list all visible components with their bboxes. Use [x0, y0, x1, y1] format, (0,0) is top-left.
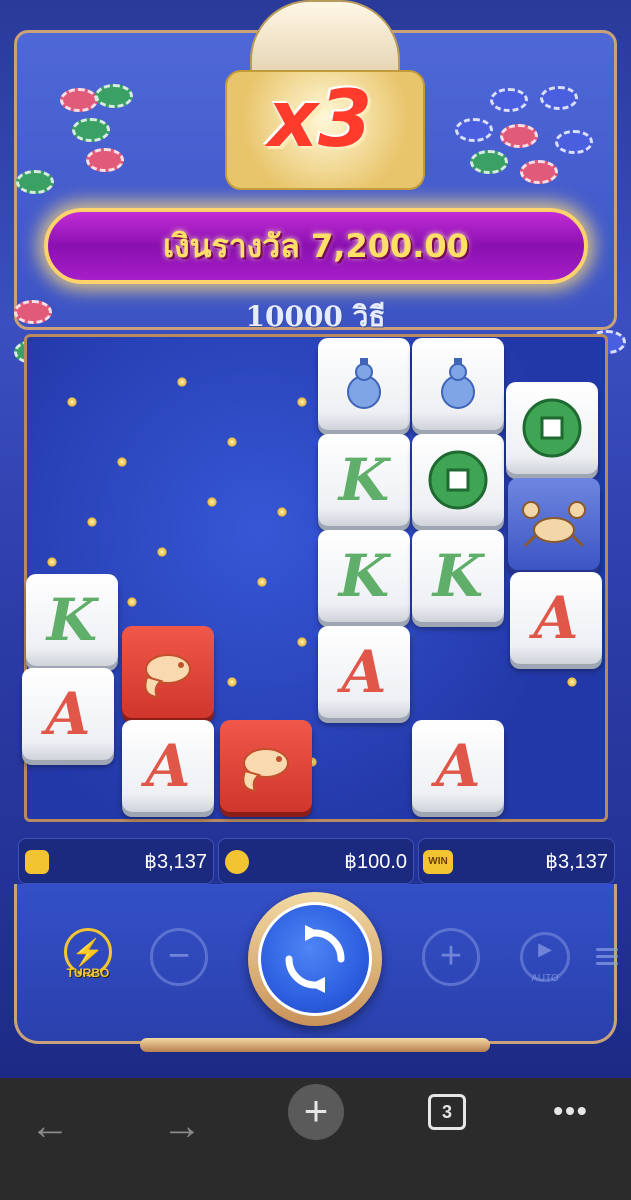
koi-fish-icon	[144, 654, 191, 699]
win-banner: เงินรางวัล 7,200.00	[44, 208, 588, 284]
win-amount: WIN ฿3,137	[418, 838, 615, 884]
win-amount-value: ฿3,137	[545, 851, 608, 873]
coin-sparkle	[117, 457, 127, 467]
chip-icon	[95, 84, 133, 108]
symbol-a-label: A	[145, 732, 191, 800]
play-icon: ▶	[538, 939, 552, 959]
win-amount-label: เงินรางวัล 7,200.00	[163, 226, 469, 265]
gourd-icon	[347, 358, 381, 409]
symbol-tile-a: A	[22, 668, 114, 760]
symbol-a-label: A	[435, 732, 481, 800]
symbol-tile-k: K	[26, 574, 118, 666]
spin-button[interactable]	[258, 902, 372, 1016]
chip-icon	[500, 124, 538, 148]
coin-sparkle	[297, 397, 307, 407]
balance-bar: ฿3,137 ฿100.0 WIN ฿3,137	[18, 838, 615, 884]
symbol-a-label: A	[341, 638, 387, 706]
decrease-bet-button[interactable]: −	[150, 928, 208, 986]
game-area: x3 เงินรางวัล 7,200.00 10000 วิธี K A A …	[0, 0, 631, 1078]
symbol-k-label: K	[338, 542, 390, 610]
more-options-icon[interactable]: •••	[546, 1096, 596, 1126]
gourd-icon	[412, 338, 504, 430]
base-rail	[140, 1038, 490, 1052]
coin-sparkle	[227, 437, 237, 447]
browser-toolbar: ← → + 3 •••	[0, 1078, 631, 1200]
back-arrow-icon[interactable]: ←	[20, 1096, 80, 1156]
symbol-tile-a: A	[122, 720, 214, 812]
autoplay-label: AUTO	[531, 973, 559, 984]
coin-sparkle	[47, 557, 57, 567]
chip-icon	[490, 88, 528, 112]
coin-icon	[506, 382, 598, 474]
coin-sparkle	[177, 377, 187, 387]
coin-sparkle	[227, 677, 237, 687]
menu-icon[interactable]	[596, 944, 618, 968]
coin-sparkle	[157, 547, 167, 557]
coin-icon	[428, 450, 488, 510]
symbol-tile-k: K	[318, 530, 410, 622]
forward-arrow-icon[interactable]: →	[152, 1096, 212, 1156]
coin-sparkle	[277, 507, 287, 517]
gourd-icon	[318, 338, 410, 430]
coin-icon	[522, 398, 582, 458]
koi-fish-icon	[220, 720, 312, 812]
symbol-tile-k: K	[318, 434, 410, 526]
spin-button-ring	[248, 892, 382, 1026]
coin-sparkle	[127, 597, 137, 607]
turbo-label: TURBO	[66, 966, 110, 980]
turbo-button[interactable]: ⚡ TURBO	[60, 928, 116, 984]
symbol-k-label: K	[46, 586, 98, 654]
bet-amount: ฿100.0	[218, 838, 414, 884]
wallet-balance: ฿3,137	[18, 838, 214, 884]
coin-sparkle	[567, 677, 577, 687]
ways-count: 10000 วิธี	[245, 300, 386, 333]
chip-icon	[540, 86, 578, 110]
new-tab-button[interactable]: +	[288, 1084, 344, 1140]
chip-icon	[72, 118, 110, 142]
chip-icon	[520, 160, 558, 184]
chip-icon	[86, 148, 124, 172]
chip-icon	[16, 170, 54, 194]
coins-icon	[225, 850, 249, 874]
chip-icon	[60, 88, 98, 112]
chip-icon	[470, 150, 508, 174]
chip-icon	[455, 118, 493, 142]
symbol-a-label: A	[45, 680, 91, 748]
symbol-tile-a: A	[412, 720, 504, 812]
crab-icon	[508, 478, 600, 570]
crab-icon	[522, 501, 586, 548]
win-icon: WIN	[423, 850, 453, 874]
koi-fish-icon	[122, 626, 214, 718]
symbol-a-label: A	[533, 584, 579, 652]
autoplay-button[interactable]: ▶ AUTO	[520, 932, 570, 984]
coin-sparkle	[87, 517, 97, 527]
symbol-tile-a: A	[318, 626, 410, 718]
coin-sparkle	[207, 497, 217, 507]
increase-bet-button[interactable]: +	[422, 928, 480, 986]
win-multiplier: x3	[267, 75, 373, 165]
tab-switcher-button[interactable]: 3	[428, 1094, 466, 1130]
coin-sparkle	[257, 577, 267, 587]
refresh-icon	[285, 925, 345, 993]
coin-sparkle	[297, 637, 307, 647]
symbol-tile-k: K	[412, 530, 504, 622]
coin-icon	[412, 434, 504, 526]
bet-amount-value: ฿100.0	[344, 851, 407, 873]
wallet-balance-value: ฿3,137	[144, 851, 207, 873]
chip-icon	[555, 130, 593, 154]
koi-fish-icon	[242, 748, 289, 793]
coin-sparkle	[67, 397, 77, 407]
symbol-tile-a: A	[510, 572, 602, 664]
symbol-k-label: K	[338, 446, 390, 514]
gourd-icon	[441, 358, 475, 409]
wallet-icon	[25, 850, 49, 874]
symbol-k-label: K	[432, 542, 484, 610]
